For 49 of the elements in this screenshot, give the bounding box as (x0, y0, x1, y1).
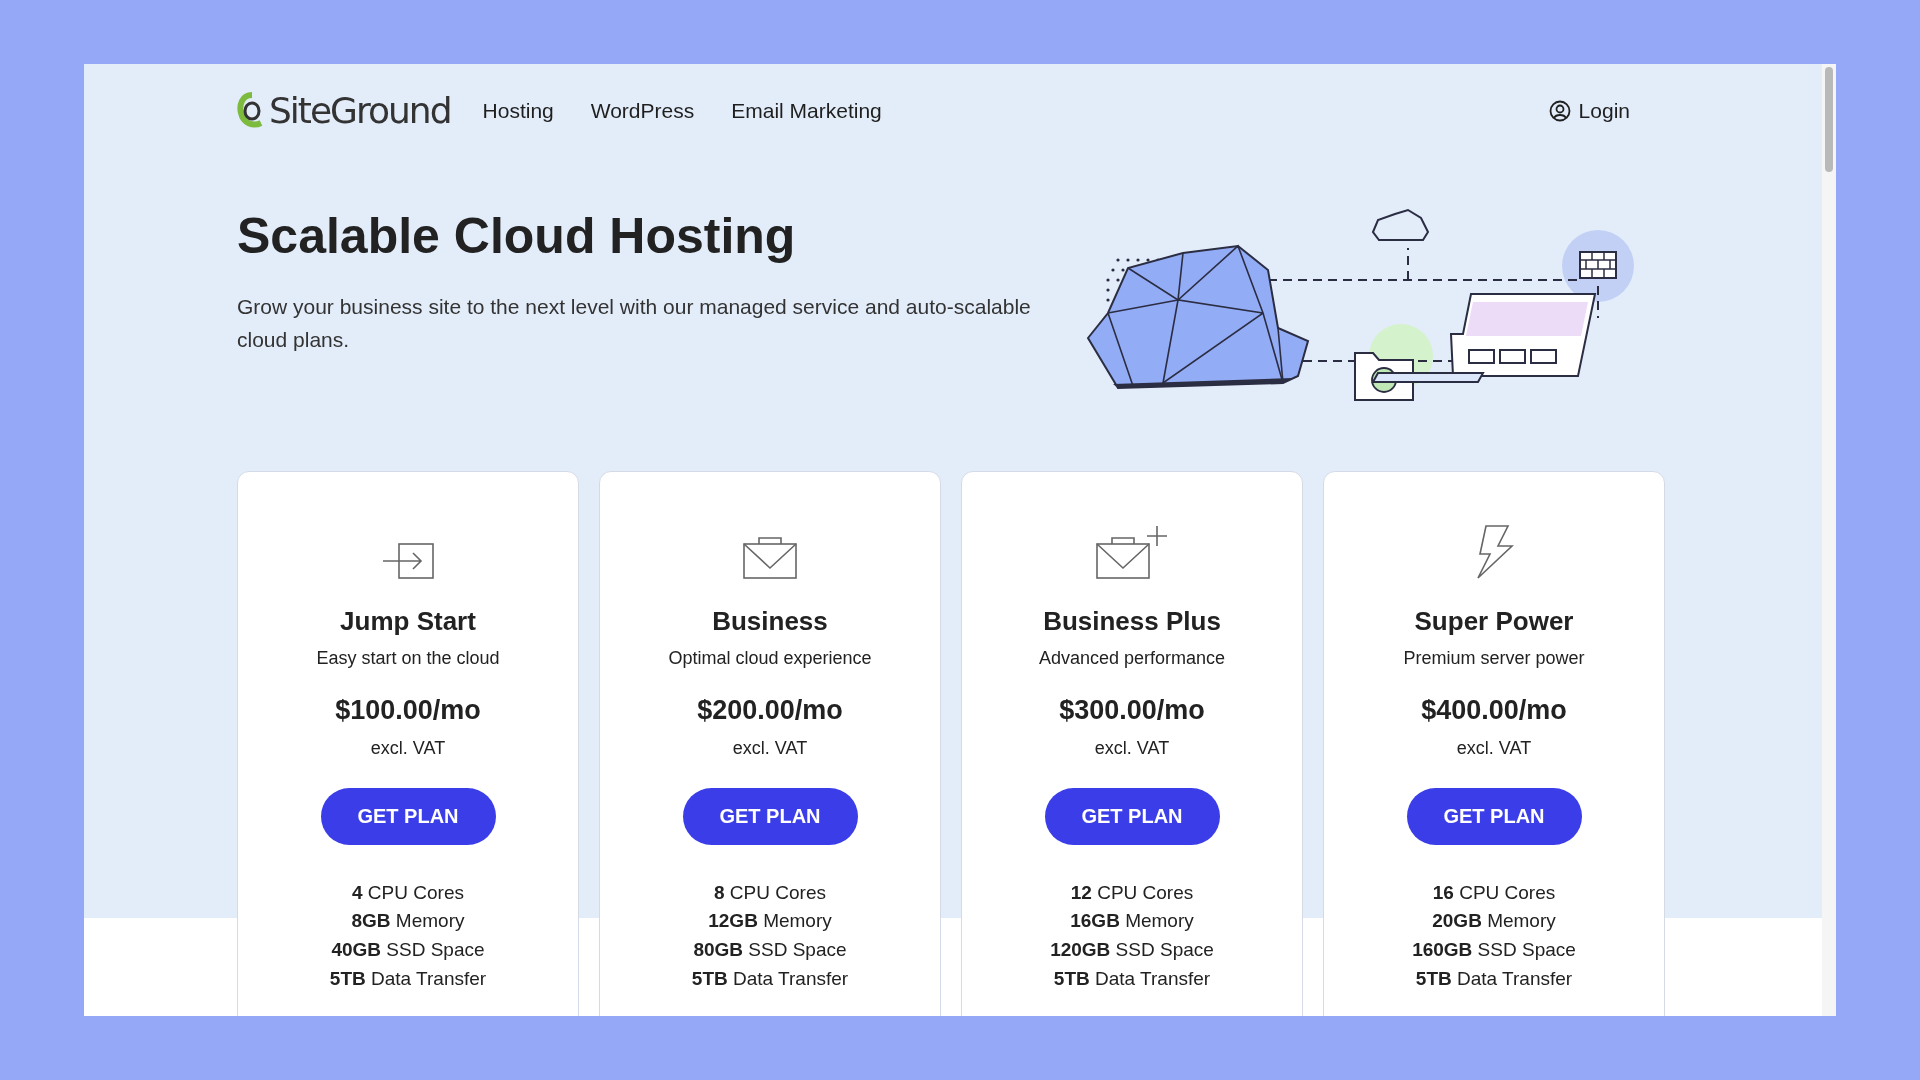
plan-price: $200.00/mo (697, 694, 843, 727)
plan-price: $100.00/mo (335, 694, 481, 727)
nav-link[interactable]: Hosting (482, 95, 554, 127)
plan-tagline: Optimal cloud experience (668, 647, 872, 670)
plan-feature: 80GB SSD Space (693, 937, 847, 962)
plan-feature: 5TB Data Transfer (1415, 966, 1573, 991)
plan-feature: 4 CPU Cores (352, 880, 464, 905)
plan-name: Jump Start (340, 605, 476, 638)
plan-feature: 5TB Data Transfer (329, 966, 487, 991)
hero-text: Grow your business site to the next level with our managed service and auto-scalable cloud plans. (237, 294, 1032, 353)
plan-feature: 5TB Data Transfer (1053, 966, 1211, 991)
plan-feature: 5TB Data Transfer (691, 966, 849, 991)
get-plan-button[interactable]: GET PLAN (320, 787, 496, 845)
plan-feature: 120GB SSD Space (1050, 937, 1214, 962)
plan-feature: 16GB Memory (1070, 909, 1194, 934)
briefcase-plus-icon (1095, 524, 1169, 580)
logo[interactable]: SiteGround (269, 84, 451, 138)
plan-price: $400.00/mo (1421, 694, 1567, 727)
plan-tagline: Premium server power (1403, 647, 1585, 670)
plan-name: Business Plus (1043, 605, 1221, 638)
plan-feature: 20GB Memory (1432, 909, 1556, 934)
plan-feature: 12GB Memory (708, 909, 832, 934)
get-plan-button[interactable]: GET PLAN (1406, 787, 1582, 845)
plan-feature: 40GB SSD Space (331, 937, 485, 962)
plan-name: Business (712, 605, 828, 638)
nav-link[interactable]: WordPress (590, 95, 695, 127)
plan-tagline: Advanced performance (1038, 647, 1226, 670)
vat-note: excl. VAT (370, 736, 446, 760)
plan-feature: 160GB SSD Space (1412, 937, 1576, 962)
user-icon (1548, 100, 1571, 122)
nav-link[interactable]: Email Marketing (731, 95, 882, 127)
briefcase-icon (742, 534, 798, 580)
plan-feature: 12 CPU Cores (1070, 880, 1194, 905)
get-plan-button[interactable]: GET PLAN (1044, 787, 1220, 845)
lightning-icon (1474, 524, 1514, 580)
vat-note: excl. VAT (1456, 736, 1532, 760)
vat-note: excl. VAT (1094, 736, 1170, 760)
plan-name: Super Power (1414, 605, 1574, 638)
login-link[interactable]: Login (1548, 95, 1630, 127)
get-plan-button[interactable]: GET PLAN (682, 787, 858, 845)
plan-feature: 8GB Memory (351, 909, 465, 934)
plan-feature: 16 CPU Cores (1432, 880, 1556, 905)
vat-note: excl. VAT (732, 736, 808, 760)
plan-price: $300.00/mo (1059, 694, 1205, 727)
plan-feature: 8 CPU Cores (714, 880, 826, 905)
scrollbar[interactable] (1822, 64, 1836, 1016)
hero-title: Scalable Cloud Hosting (237, 207, 797, 266)
enter-icon (381, 542, 435, 580)
plan-tagline: Easy start on the cloud (316, 647, 500, 670)
